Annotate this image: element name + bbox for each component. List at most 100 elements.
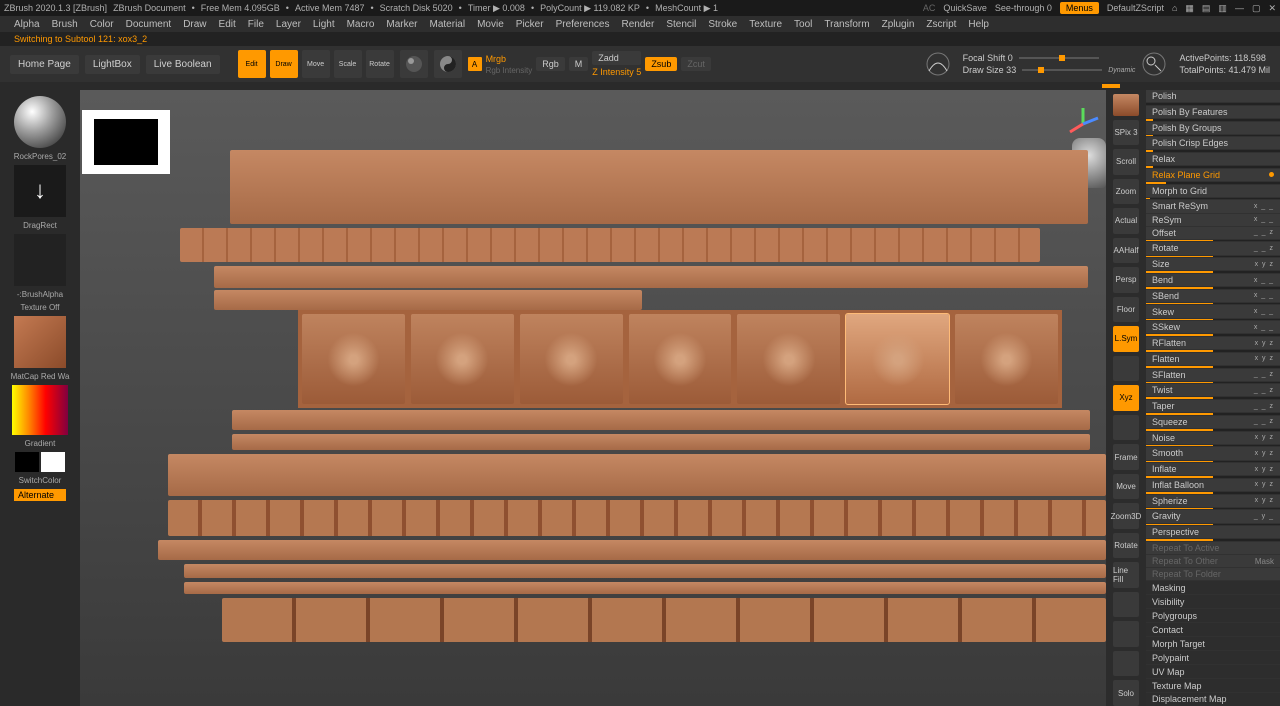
- sphere-preview-icon[interactable]: [400, 50, 428, 78]
- deform-squeeze[interactable]: Squeeze_ _ z: [1146, 416, 1280, 428]
- deform-repeat-other[interactable]: Repeat To OtherMask: [1146, 555, 1280, 567]
- alternate-button[interactable]: Alternate: [14, 489, 66, 501]
- section-displacement-map[interactable]: Displacement Map: [1146, 693, 1280, 706]
- right-tool-move2[interactable]: Move: [1113, 474, 1139, 500]
- menu-zplugin[interactable]: Zplugin: [882, 19, 915, 30]
- focal-shift-label[interactable]: Focal Shift 0: [963, 53, 1013, 63]
- menu-brush[interactable]: Brush: [52, 19, 78, 30]
- material-sphere[interactable]: [14, 96, 66, 148]
- dynamic-label[interactable]: Dynamic: [1108, 67, 1135, 74]
- right-tool-trans[interactable]: [1113, 621, 1139, 647]
- right-tool-polyf[interactable]: [1113, 592, 1139, 618]
- deform-flatten[interactable]: Flattenx y z: [1146, 353, 1280, 365]
- right-tool-lock[interactable]: [1113, 356, 1139, 382]
- menu-color[interactable]: Color: [90, 19, 114, 30]
- secondary-color-swatch[interactable]: [41, 452, 65, 472]
- deform-rflatten[interactable]: RFlattenx y z: [1146, 337, 1280, 349]
- section-masking[interactable]: Masking: [1146, 581, 1280, 594]
- menu-macro[interactable]: Macro: [347, 19, 375, 30]
- lightbox-button[interactable]: LightBox: [85, 55, 140, 74]
- menu-edit[interactable]: Edit: [219, 19, 236, 30]
- menu-zscript[interactable]: Zscript: [926, 19, 956, 30]
- right-tool-persp[interactable]: Persp: [1113, 267, 1139, 293]
- switch-colors[interactable]: [15, 452, 65, 472]
- draw-size-label[interactable]: Draw Size 33: [963, 65, 1017, 75]
- section-contact[interactable]: Contact: [1146, 623, 1280, 636]
- right-tool-spix[interactable]: SPix 3: [1113, 120, 1139, 146]
- right-tool-thumb3d[interactable]: [1113, 94, 1139, 116]
- section-polygroups[interactable]: Polygroups: [1146, 609, 1280, 622]
- section-visibility[interactable]: Visibility: [1146, 595, 1280, 608]
- menu-transform[interactable]: Transform: [824, 19, 869, 30]
- menu-document[interactable]: Document: [126, 19, 172, 30]
- draw-mode-button[interactable]: Draw: [270, 50, 298, 78]
- deform-inflat-balloon[interactable]: Inflat Balloonx y z: [1146, 479, 1280, 491]
- menu-texture[interactable]: Texture: [749, 19, 782, 30]
- axis-gizmo[interactable]: [1066, 106, 1100, 134]
- deform-gravity[interactable]: Gravity_ y _: [1146, 510, 1280, 522]
- a-toggle[interactable]: A: [468, 57, 482, 71]
- right-tool-actual[interactable]: Actual: [1113, 208, 1139, 234]
- deform-polish-by-groups[interactable]: Polish By Groups: [1146, 122, 1280, 134]
- right-tool-xyz[interactable]: Xyz: [1113, 385, 1139, 411]
- right-tool-scroll[interactable]: Scroll: [1113, 149, 1139, 175]
- zsub-mode[interactable]: Zsub: [645, 57, 677, 71]
- z-intensity[interactable]: Z Intensity 5: [592, 67, 641, 77]
- gradient-label[interactable]: Gradient: [25, 439, 56, 448]
- menu-stencil[interactable]: Stencil: [666, 19, 696, 30]
- deform-relax-plane-grid[interactable]: Relax Plane Grid: [1146, 169, 1280, 181]
- grid-3-icon[interactable]: ▥: [1218, 3, 1227, 14]
- right-tool-center[interactable]: [1113, 415, 1139, 441]
- color-picker[interactable]: [12, 385, 68, 435]
- switch-color-label[interactable]: SwitchColor: [19, 476, 62, 485]
- default-zscript[interactable]: DefaultZScript: [1107, 3, 1164, 13]
- right-tool-frame[interactable]: Frame: [1113, 444, 1139, 470]
- menu-movie[interactable]: Movie: [477, 19, 504, 30]
- minimize-icon[interactable]: —: [1235, 3, 1244, 13]
- deform-inflate[interactable]: Inflatex y z: [1146, 463, 1280, 475]
- yinyang-icon[interactable]: [434, 50, 462, 78]
- quicksave-button[interactable]: QuickSave: [943, 3, 987, 13]
- deform-sflatten[interactable]: SFlatten_ _ z: [1146, 369, 1280, 381]
- brush-size-icon[interactable]: [1141, 51, 1167, 77]
- menu-layer[interactable]: Layer: [276, 19, 301, 30]
- draw-size-slider[interactable]: [1022, 69, 1102, 71]
- zadd-mode[interactable]: Zadd: [592, 51, 641, 65]
- deform-polish-by-features[interactable]: Polish By Features: [1146, 106, 1280, 118]
- deform-morph-to-grid[interactable]: Morph to Grid: [1146, 185, 1280, 197]
- seethrough-slider[interactable]: See-through 0: [995, 3, 1052, 13]
- menu-material[interactable]: Material: [430, 19, 466, 30]
- section-polypaint[interactable]: Polypaint: [1146, 651, 1280, 664]
- section-morph-target[interactable]: Morph Target: [1146, 637, 1280, 650]
- right-tool-aahalf[interactable]: AAHalf: [1113, 238, 1139, 264]
- texture-off[interactable]: Texture Off: [21, 303, 60, 312]
- deform-repeat-active[interactable]: Repeat To Active: [1146, 542, 1280, 554]
- deform-noise[interactable]: Noisex y z: [1146, 432, 1280, 444]
- rotate-mode-button[interactable]: Rotate: [366, 50, 394, 78]
- menu-stroke[interactable]: Stroke: [708, 19, 737, 30]
- menu-preferences[interactable]: Preferences: [556, 19, 610, 30]
- menu-tool[interactable]: Tool: [794, 19, 812, 30]
- mrgb-mode[interactable]: Mrgb: [486, 54, 533, 64]
- right-tool-solo[interactable]: Solo: [1113, 680, 1139, 706]
- deform-polish-crisp-edges[interactable]: Polish Crisp Edges: [1146, 137, 1280, 149]
- deform-repeat-folder[interactable]: Repeat To Folder: [1146, 568, 1280, 580]
- grid-2-icon[interactable]: ▤: [1202, 3, 1211, 14]
- scale-mode-button[interactable]: Scale: [334, 50, 362, 78]
- home-page-button[interactable]: Home Page: [10, 55, 79, 74]
- right-tool-floor[interactable]: Floor: [1113, 297, 1139, 323]
- m-mode[interactable]: M: [569, 57, 589, 71]
- focal-shift-slider[interactable]: [1019, 57, 1099, 59]
- rgb-mode[interactable]: Rgb: [536, 57, 565, 71]
- deform-resym[interactable]: ReSymx _ _: [1146, 214, 1280, 226]
- texture-slot[interactable]: [14, 316, 66, 368]
- right-tool-rotate2[interactable]: Rotate: [1113, 533, 1139, 559]
- deform-polish[interactable]: Polish: [1146, 90, 1280, 102]
- menu-render[interactable]: Render: [622, 19, 655, 30]
- deform-smooth[interactable]: Smoothx y z: [1146, 447, 1280, 459]
- alpha-slot[interactable]: [14, 234, 66, 286]
- menu-help[interactable]: Help: [968, 19, 989, 30]
- deform-taper[interactable]: Taper_ _ z: [1146, 400, 1280, 412]
- viewport-canvas[interactable]: [80, 90, 1106, 706]
- deform-perspective[interactable]: Perspective: [1146, 526, 1280, 538]
